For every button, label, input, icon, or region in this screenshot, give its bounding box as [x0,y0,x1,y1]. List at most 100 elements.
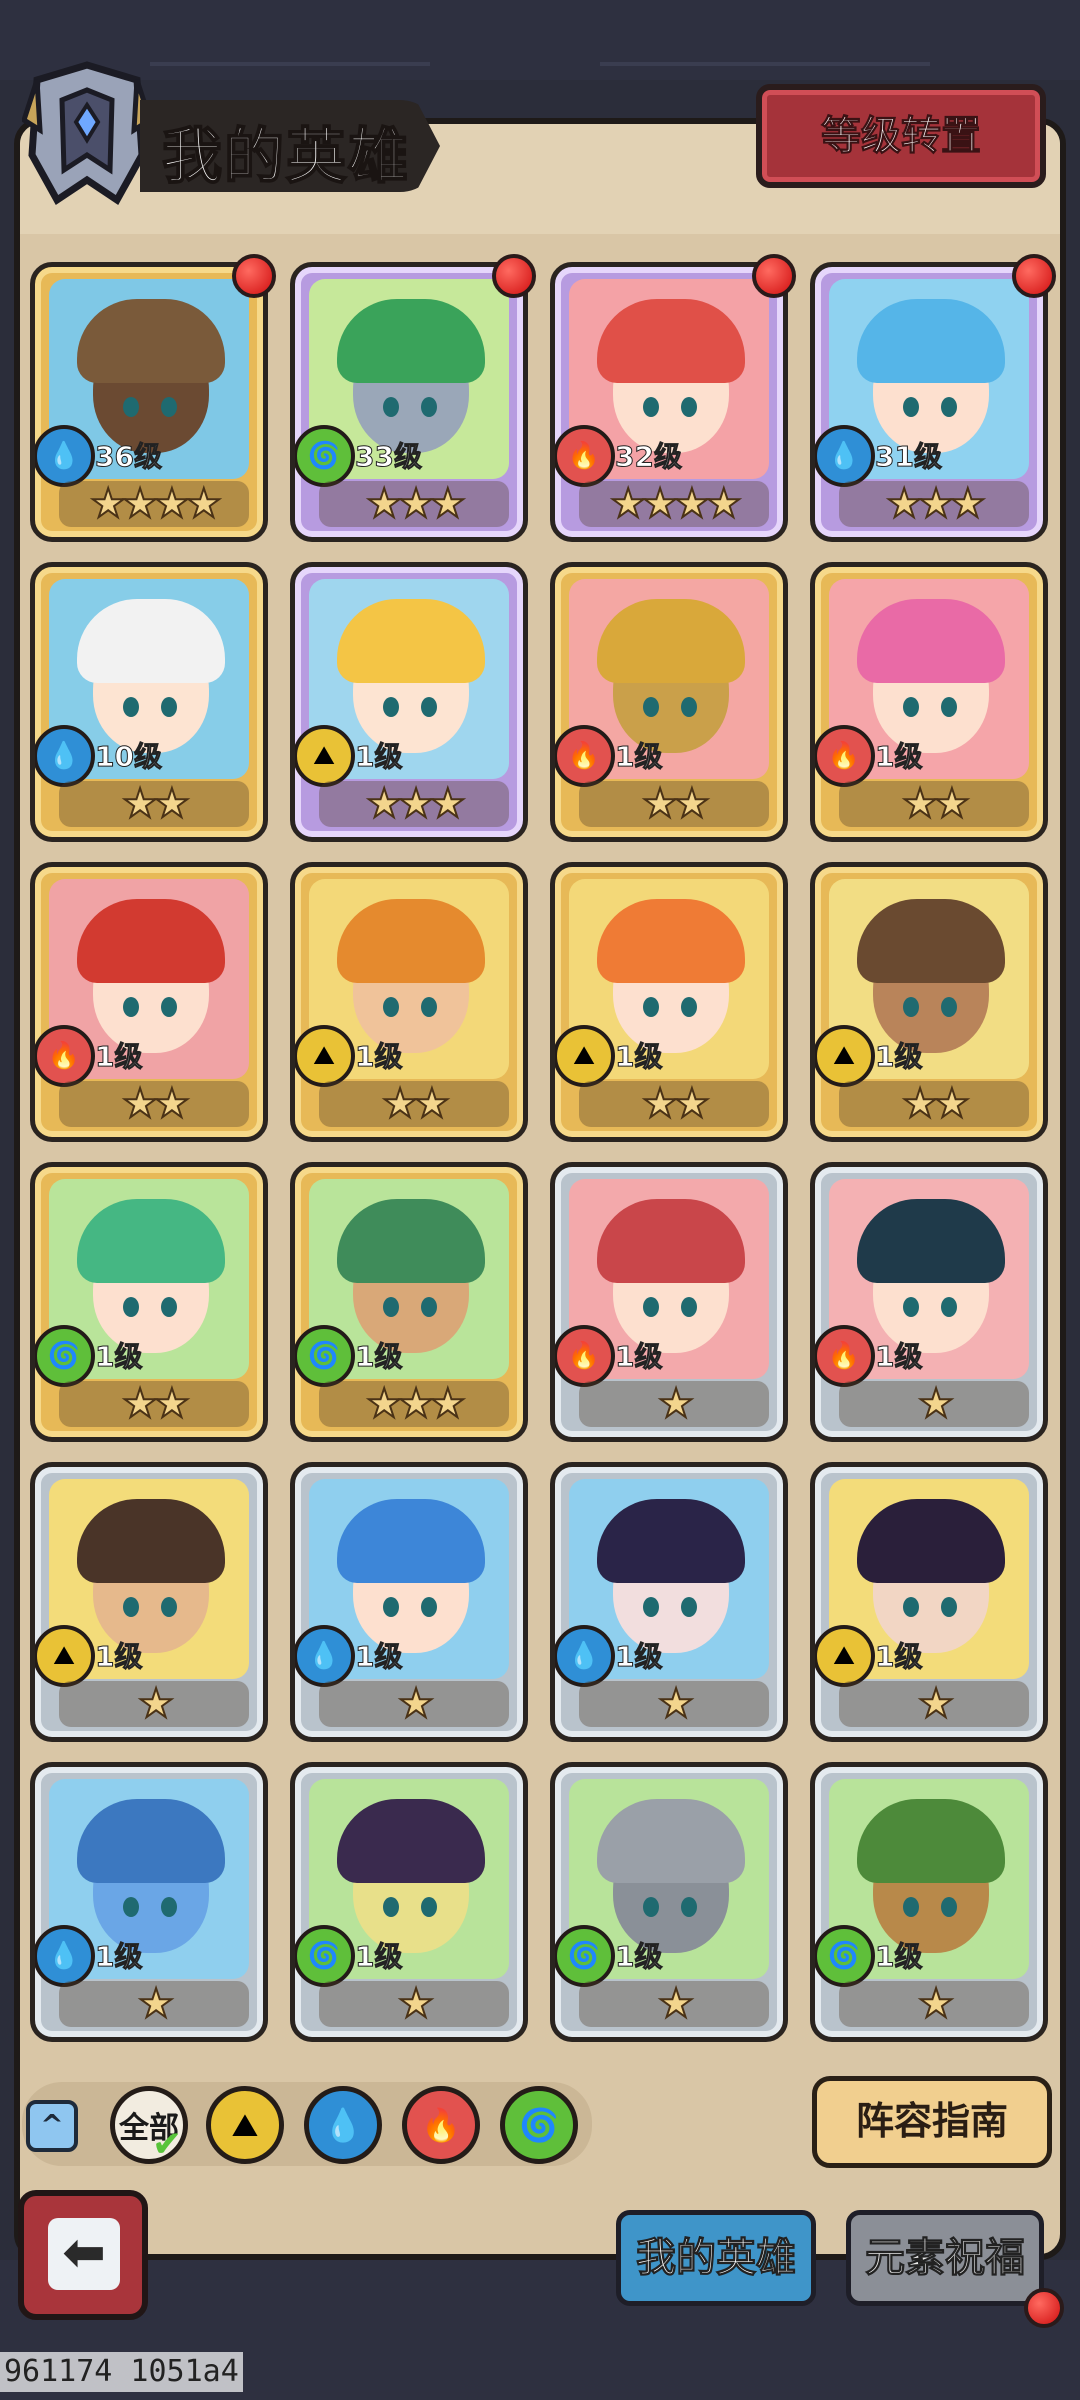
hero-card[interactable]: 🔥 1级 ★★ [550,562,788,842]
star-rating: ★★★ [365,780,467,828]
star-rating: ★ [397,1680,435,1728]
star-rating: ★★★★ [609,480,742,528]
filter-water-button[interactable]: 💧 [304,2086,382,2164]
hero-hair [597,899,745,983]
hero-eye [123,1297,139,1317]
hero-eye [681,397,697,417]
hero-level: 1级 [354,740,403,774]
notification-dot [1012,254,1056,298]
level-reset-button[interactable]: 等级转置 [756,84,1046,188]
hero-eye [161,1597,177,1617]
star-rating: ★ [397,1980,435,2028]
wind-swirl-icon: 🌀 [555,1925,615,1987]
hero-level: 1级 [614,1040,663,1074]
tab-element-blessing[interactable]: 元素祝福 [846,2210,1044,2306]
hero-eye [123,997,139,1017]
hero-eye [941,997,957,1017]
water-drop-icon: 💧 [35,725,95,787]
hero-level: 1级 [614,740,663,774]
notification-dot [752,254,796,298]
hero-hair [597,599,745,683]
hero-hair [337,1499,485,1583]
hero-eye [123,1597,139,1617]
hero-card[interactable]: 🌀 33级 ★★★ [290,262,528,542]
wind-swirl-icon: 🌀 [815,1925,875,1987]
hero-eye [421,997,437,1017]
filter-wind-button[interactable]: 🌀 [500,2086,578,2164]
water-drop-icon: 💧 [815,425,875,487]
hero-level: 1级 [94,1940,143,1974]
hero-hair [77,599,225,683]
lineup-guide-button[interactable]: 阵容指南 [812,2076,1052,2168]
hero-card[interactable]: 🌀 1级 ★★ [30,1162,268,1442]
earth-mound-icon: ⛰ [35,1625,95,1687]
hero-card[interactable]: 💧 31级 ★★★ [810,262,1048,542]
hero-level: 32级 [615,440,683,474]
hero-hair [77,899,225,983]
hero-eye [941,1297,957,1317]
hero-card[interactable]: 💧 1级 ★ [290,1462,528,1742]
hero-card[interactable]: 💧 36级 ★★★★ [30,262,268,542]
hero-card[interactable]: 🔥 1级 ★★ [810,562,1048,842]
hero-card[interactable]: 💧 1级 ★ [30,1762,268,2042]
hero-hair [597,1499,745,1583]
filter-earth-button[interactable]: ⛰ [206,2086,284,2164]
earth-mound-icon: ⛰ [815,1025,875,1087]
back-button[interactable]: ⬅ [18,2190,148,2320]
hero-level: 1级 [874,1640,923,1674]
hero-card[interactable]: 🌀 1级 ★ [290,1762,528,2042]
hero-eye [643,1597,659,1617]
hero-hair [77,1199,225,1283]
fire-flame-icon: 🔥 [35,1025,95,1087]
hero-eye [383,697,399,717]
hero-hair [337,299,485,383]
water-drop-icon: 💧 [295,1625,355,1687]
hero-card[interactable]: 🌀 1级 ★★★ [290,1162,528,1442]
star-rating: ★ [657,1980,695,2028]
hero-card[interactable]: ⛰ 1级 ★★ [810,862,1048,1142]
hero-card[interactable]: ⛰ 1级 ★★ [550,862,788,1142]
hero-eye [383,1297,399,1317]
decor-line [600,62,930,66]
filter-fire-button[interactable]: 🔥 [402,2086,480,2164]
hero-card[interactable]: ⛰ 1级 ★★ [290,862,528,1142]
star-rating: ★★★ [365,1380,467,1428]
hero-card[interactable]: 🔥 1级 ★★ [30,862,268,1142]
hero-card[interactable]: 💧 1级 ★ [550,1462,788,1742]
hero-card[interactable]: 🔥 32级 ★★★★ [550,262,788,542]
notification-dot [1024,2288,1064,2328]
hero-eye [903,397,919,417]
hero-eye [161,697,177,717]
hero-hair [597,1199,745,1283]
tab-my-heroes[interactable]: 我的英雄 [616,2210,816,2306]
wind-swirl-icon: 🌀 [295,425,355,487]
hero-card[interactable]: ⛰ 1级 ★ [810,1462,1048,1742]
hero-level: 10级 [95,740,163,774]
star-rating: ★★ [641,780,711,828]
hero-card[interactable]: 🔥 1级 ★ [550,1162,788,1442]
earth-mound-icon: ⛰ [815,1625,875,1687]
hero-card[interactable]: ⛰ 1级 ★ [30,1462,268,1742]
hero-level: 1级 [354,1340,403,1374]
hero-eye [123,1897,139,1917]
hero-hair [857,899,1005,983]
hero-level: 1级 [874,740,923,774]
back-arrow-icon: ⬅ [48,2218,120,2290]
earth-mound-icon: ⛰ [231,2105,259,2144]
hero-level: 1级 [614,1640,663,1674]
hero-card[interactable]: 💧 10级 ★★ [30,562,268,842]
collapse-up-icon[interactable]: ^ [26,2100,78,2152]
hero-card[interactable]: ⛰ 1级 ★★★ [290,562,528,842]
hero-card[interactable]: 🌀 1级 ★ [810,1762,1048,2042]
hero-eye [681,997,697,1017]
hero-level: 1级 [874,1340,923,1374]
notification-dot [492,254,536,298]
notification-dot [232,254,276,298]
hero-card[interactable]: 🔥 1级 ★ [810,1162,1048,1442]
hero-eye [903,1597,919,1617]
hero-card[interactable]: 🌀 1级 ★ [550,1762,788,2042]
hero-eye [903,697,919,717]
selected-check-icon: ✔ [152,2124,183,2165]
top-decor-band [0,0,1080,80]
hero-hair [77,299,225,383]
